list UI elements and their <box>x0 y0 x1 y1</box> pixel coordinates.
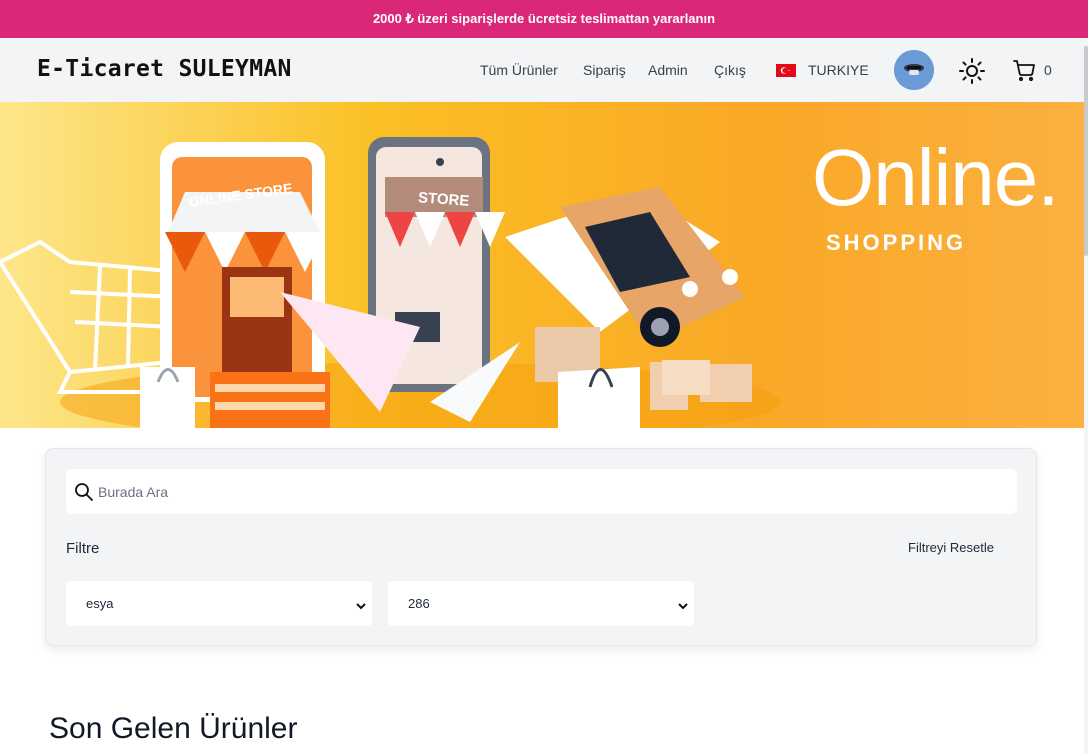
hero-title: Online. <box>812 133 1059 222</box>
reset-filter-button[interactable]: Filtreyi Resetle <box>908 540 994 555</box>
country-selector[interactable]: TURKIYE <box>808 62 869 78</box>
delivery-truck-illustration <box>505 187 745 347</box>
cart-count-badge[interactable]: 0 <box>1044 62 1052 78</box>
search-icon <box>74 482 94 502</box>
theme-toggle-sun-icon[interactable] <box>958 57 986 85</box>
turkey-flag-icon[interactable] <box>776 64 796 77</box>
promo-banner: 2000 ₺ üzeri siparişlerde ücretsiz tesli… <box>0 0 1088 38</box>
category-select[interactable]: esya <box>66 581 372 626</box>
hero-banner: ONLINE STORE STORE Online. SHOPPING <box>0 102 1084 428</box>
nav-link-all-products[interactable]: Tüm Ürünler <box>480 62 558 78</box>
nav-link-logout[interactable]: Çıkış <box>714 62 746 78</box>
section-title: Son Gelen Ürünler <box>49 712 298 745</box>
filter-label: Filtre <box>66 540 100 557</box>
search-box[interactable] <box>66 469 1017 514</box>
search-input[interactable] <box>98 469 998 514</box>
filter-panel: Filtre Filtreyi Resetle esya 286 <box>45 448 1037 646</box>
user-avatar[interactable] <box>894 50 934 90</box>
hero-subtitle: SHOPPING <box>826 230 967 255</box>
nav-link-orders[interactable]: Sipariş <box>583 62 626 78</box>
category-select-value: esya <box>86 596 114 611</box>
shopping-cart-icon[interactable] <box>1012 58 1036 82</box>
top-navbar: E-Ticaret SULEYMAN Tüm Ürünler Sipariş A… <box>0 38 1088 102</box>
promo-text: 2000 ₺ üzeri siparişlerde ücretsiz tesli… <box>372 11 716 26</box>
chevron-down-icon <box>356 598 366 610</box>
price-select[interactable]: 286 <box>388 581 694 626</box>
nav-link-admin[interactable]: Admin <box>648 62 688 78</box>
phone-sign-text: STORE <box>417 189 470 210</box>
scrollbar-thumb[interactable] <box>1084 46 1088 256</box>
price-select-value: 286 <box>408 596 430 611</box>
page-scrollbar[interactable] <box>1084 38 1088 753</box>
chevron-down-icon <box>678 598 688 610</box>
brand-logo[interactable]: E-Ticaret SULEYMAN <box>37 56 292 82</box>
